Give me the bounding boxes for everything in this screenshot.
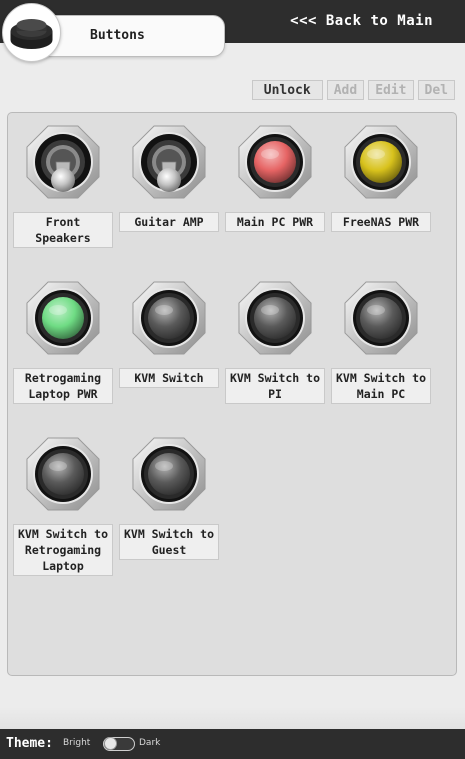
theme-label: Theme: bbox=[6, 736, 53, 751]
button-label: KVM Switch to Guest bbox=[119, 524, 219, 560]
buttons-grid-panel: Front Speakers Guitar AMP Main PC PWR Fr… bbox=[7, 112, 457, 676]
back-to-main-link[interactable]: <<< Back to Main bbox=[290, 13, 433, 29]
red-push-button-icon[interactable] bbox=[235, 122, 315, 202]
button-label: Retrogaming Laptop PWR bbox=[13, 368, 113, 404]
gray-push-button-icon[interactable] bbox=[129, 278, 209, 358]
add-button[interactable]: Add bbox=[326, 80, 365, 100]
gray-push-button-icon[interactable] bbox=[23, 434, 103, 514]
button-label: KVM Switch to PI bbox=[225, 368, 325, 404]
button-label: FreeNAS PWR bbox=[331, 212, 431, 232]
edit-toolbar: Unlock Add Edit Del bbox=[251, 80, 455, 100]
gray-push-button-icon[interactable] bbox=[235, 278, 315, 358]
button-label: KVM Switch to Retrogaming Laptop bbox=[13, 524, 113, 576]
page-title: Buttons bbox=[90, 28, 145, 43]
toggle-switch-icon[interactable] bbox=[129, 122, 209, 202]
toggle-switch-icon[interactable] bbox=[23, 122, 103, 202]
push-button-icon bbox=[2, 3, 61, 62]
button-label: Guitar AMP bbox=[119, 212, 219, 232]
gray-push-button-icon[interactable] bbox=[341, 278, 421, 358]
unlock-button[interactable]: Unlock bbox=[251, 80, 323, 100]
theme-dark-label: Dark bbox=[139, 738, 161, 748]
button-label: KVM Switch bbox=[119, 368, 219, 388]
button-label: KVM Switch to Main PC bbox=[331, 368, 431, 404]
theme-bright-label: Bright bbox=[63, 738, 91, 748]
toggle-knob bbox=[104, 737, 117, 750]
delete-button[interactable]: Del bbox=[417, 80, 455, 100]
button-label: Main PC PWR bbox=[225, 212, 325, 232]
edit-button[interactable]: Edit bbox=[368, 80, 414, 100]
footer-bar: Theme: Bright Dark bbox=[0, 729, 465, 759]
yellow-push-button-icon[interactable] bbox=[341, 122, 421, 202]
footer-divider bbox=[0, 707, 465, 729]
button-label: Front Speakers bbox=[13, 212, 113, 248]
green-push-button-icon[interactable] bbox=[23, 278, 103, 358]
gray-push-button-icon[interactable] bbox=[129, 434, 209, 514]
toggle-switch-icon[interactable] bbox=[103, 737, 135, 751]
